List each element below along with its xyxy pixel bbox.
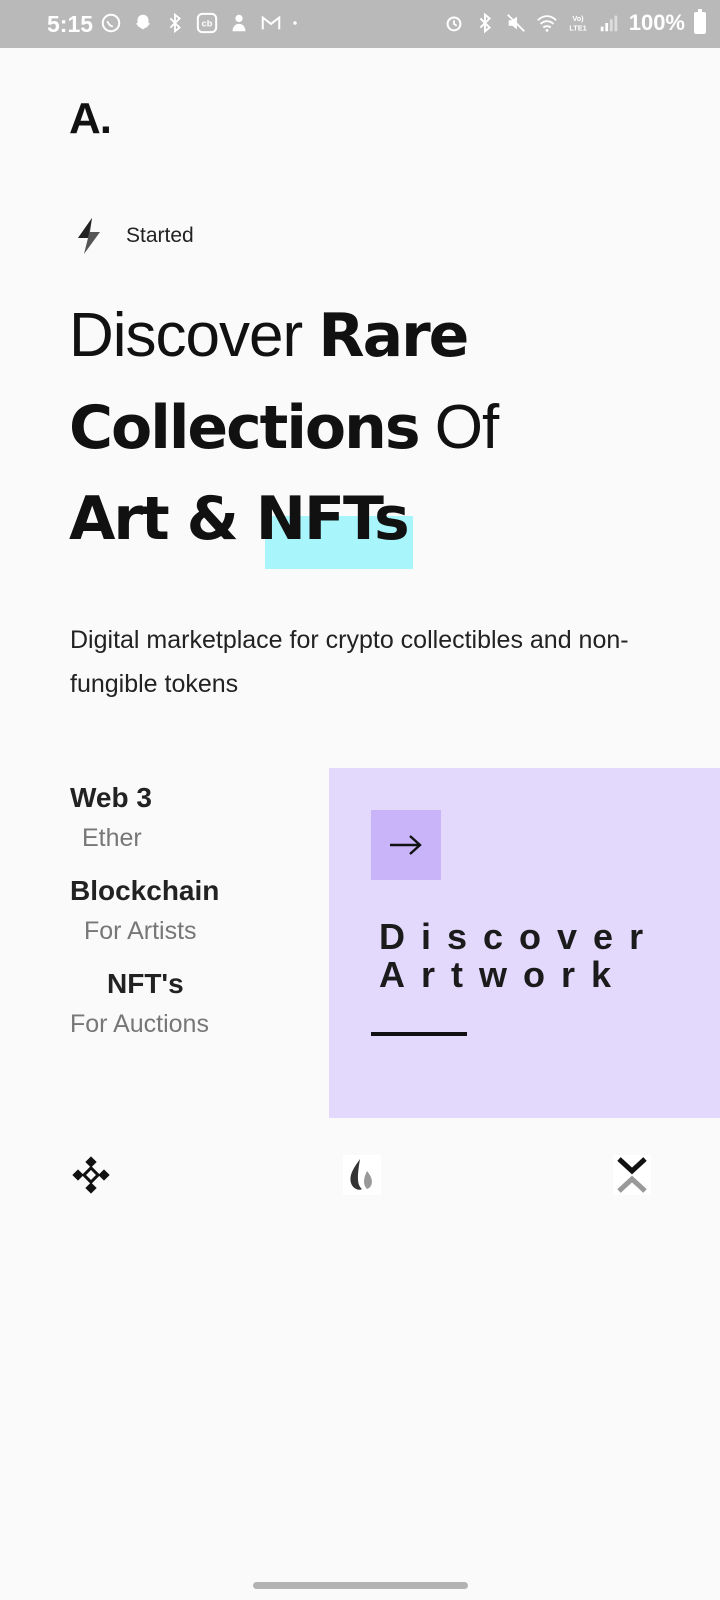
stat-subtitle: Ether xyxy=(82,824,142,852)
headline-line3-bold: Art & NFTs xyxy=(69,484,410,554)
gesture-nav-handle[interactable] xyxy=(253,1582,468,1589)
svg-text:LTE1: LTE1 xyxy=(569,23,586,32)
svg-text:cb: cb xyxy=(202,19,213,29)
x-chevron-icon[interactable] xyxy=(612,1155,652,1195)
card-title-line1: Discover xyxy=(379,916,660,957)
stat-item: Web 3 Ether xyxy=(70,782,330,853)
stat-title: NFT's xyxy=(107,968,184,999)
app-icon xyxy=(232,14,246,32)
stat-title: Web 3 xyxy=(70,782,152,813)
battery-icon xyxy=(694,9,706,34)
status-time: 5:15 xyxy=(47,11,94,37)
discover-arrow-button[interactable] xyxy=(371,810,441,880)
started-label: Started xyxy=(126,224,194,247)
wifi-icon xyxy=(536,15,557,32)
coinbase-icon: cb xyxy=(196,12,218,34)
stat-subtitle: For Auctions xyxy=(70,1010,209,1038)
card-title-line2: Artwork xyxy=(379,954,628,995)
headline-line2-light: Of xyxy=(418,393,499,462)
headline-line2-bold: Collections xyxy=(69,393,421,463)
page-title: Discover Rare Collections Of Art & NFTs xyxy=(69,290,499,565)
stat-item: NFT's For Auctions xyxy=(70,968,330,1039)
stats-list: Web 3 Ether Blockchain For Artists NFT's… xyxy=(70,782,330,1039)
signal-icon xyxy=(600,15,617,32)
svg-text:Vo): Vo) xyxy=(572,14,584,23)
system-icons: Vo) LTE1 100% xyxy=(443,9,706,36)
started-badge[interactable]: Started xyxy=(74,218,194,254)
notification-icons: cb xyxy=(100,12,304,34)
headline-line1-bold: Rare xyxy=(318,301,469,371)
battery-percent: 100% xyxy=(628,10,685,35)
stat-title: Blockchain xyxy=(70,875,220,906)
binance-icon[interactable] xyxy=(71,1155,111,1195)
headline-line1-light: Discover xyxy=(69,301,319,370)
stat-item: Blockchain For Artists xyxy=(70,875,330,946)
snapchat-icon xyxy=(135,14,151,30)
arrow-right-icon xyxy=(390,835,422,855)
app-logo[interactable]: A. xyxy=(69,94,112,144)
dot-icon xyxy=(293,21,297,25)
discover-artwork-card[interactable]: Discover Artwork xyxy=(329,768,720,1118)
volte-icon: Vo)LTE1 xyxy=(569,14,586,32)
gmail-icon xyxy=(261,15,281,30)
page-subtitle: Digital marketplace for crypto collectib… xyxy=(70,626,629,698)
card-title: Discover Artwork xyxy=(379,918,659,994)
status-bar: 5:15 cb Vo) LTE1 100% xyxy=(0,0,720,48)
stat-subtitle: For Artists xyxy=(84,917,197,945)
whatsapp-icon xyxy=(101,13,121,33)
card-divider xyxy=(371,1032,467,1036)
bolt-icon xyxy=(78,218,100,254)
flame-drop-icon[interactable] xyxy=(342,1155,382,1195)
bluetooth-icon xyxy=(169,12,181,34)
bluetooth-icon xyxy=(479,12,491,34)
alarm-icon xyxy=(446,16,462,32)
mute-icon xyxy=(506,14,525,32)
